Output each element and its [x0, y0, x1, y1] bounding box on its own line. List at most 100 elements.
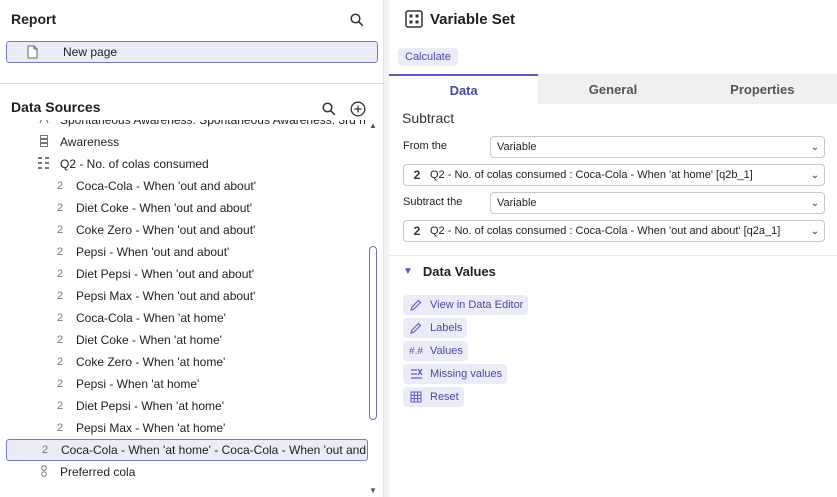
missing-values-icon — [408, 368, 424, 380]
values-label: Values — [430, 345, 463, 357]
add-data-source-icon[interactable] — [348, 99, 368, 119]
labels-button[interactable]: Labels — [403, 318, 468, 338]
subtract-title: Subtract — [402, 110, 455, 126]
hash-icon: #.# — [409, 345, 423, 357]
tab-properties[interactable]: Properties — [687, 74, 837, 104]
tree-item-label: Coca-Cola - When 'out and about' — [76, 179, 257, 193]
subtract-type-value: Variable — [497, 197, 537, 209]
tree-item-label: Pepsi - When 'at home' — [76, 377, 200, 391]
reset-button[interactable]: Reset — [403, 387, 464, 407]
collapse-triangle-icon: ▼ — [403, 266, 413, 277]
tree-item-label: Coca-Cola - When 'at home' — [76, 311, 226, 325]
tree-item[interactable]: Preferred cola — [0, 461, 368, 483]
subtract-variable-select[interactable]: 2 Q2 - No. of colas consumed : Coca-Cola… — [403, 220, 825, 242]
reset-table-icon — [408, 391, 424, 403]
numeric-variable-icon: 2 — [56, 268, 64, 280]
data-sources-tree: Spontaneous Awareness: Spontaneous Aware… — [0, 120, 376, 497]
tree-item[interactable]: 2 Pepsi - When 'out and about' — [0, 241, 368, 263]
search-icon[interactable] — [347, 10, 367, 30]
tree-item[interactable]: Spontaneous Awareness: Spontaneous Aware… — [0, 120, 368, 131]
section-divider — [0, 83, 384, 84]
left-panel: Report New page Data Sources Spontaneous… — [0, 0, 384, 497]
from-type-value: Variable — [497, 141, 537, 153]
tree-item[interactable]: Q2 - No. of colas consumed — [0, 153, 368, 175]
from-variable-select[interactable]: 2 Q2 - No. of colas consumed : Coca-Cola… — [403, 164, 825, 186]
tree-item-label: Pepsi - When 'out and about' — [76, 245, 230, 259]
numeric-variable-icon: 2 — [56, 202, 64, 214]
numeric-variable-icon: 2 — [56, 422, 64, 434]
from-type-select[interactable]: Variable ⌄ — [490, 136, 825, 158]
tree-item[interactable]: 2 Coca-Cola - When 'out and about' — [0, 175, 368, 197]
tree-item[interactable]: 2 Diet Pepsi - When 'at home' — [0, 395, 368, 417]
tree-item-label: Diet Pepsi - When 'out and about' — [76, 267, 255, 281]
subtract-label: Subtract the — [403, 196, 463, 208]
tree-item[interactable]: 2 Pepsi Max - When 'at home' — [0, 417, 368, 439]
tree-scrollbar[interactable] — [369, 246, 377, 420]
missing-values-label: Missing values — [430, 368, 503, 380]
scroll-up-arrow[interactable]: ▲ — [369, 121, 377, 130]
view-in-data-editor-label: View in Data Editor — [430, 299, 524, 311]
tree-item[interactable]: 2 Coke Zero - When 'at home' — [0, 351, 368, 373]
values-button[interactable]: #.# Values — [403, 341, 468, 361]
variable-set-icon — [405, 10, 423, 31]
search-icon[interactable] — [319, 99, 339, 119]
from-label: From the — [403, 140, 448, 152]
panel-title: Variable Set — [430, 11, 516, 28]
tab-general[interactable]: General — [538, 74, 688, 104]
chevron-down-icon: ⌄ — [810, 197, 820, 209]
pencil-icon — [408, 299, 424, 311]
tree-item-label: Pepsi Max - When 'out and about' — [76, 289, 256, 303]
numeric-variable-icon: 2 — [413, 224, 421, 238]
section-divider — [389, 255, 837, 256]
tree-item-label: Diet Coke - When 'at home' — [76, 333, 222, 347]
data-sources-title: Data Sources — [11, 99, 101, 115]
labels-label: Labels — [430, 322, 463, 334]
reset-label: Reset — [430, 391, 459, 403]
numeric-variable-icon: 2 — [56, 356, 64, 368]
tree-item[interactable]: 2 Diet Coke - When 'at home' — [0, 329, 368, 351]
chevron-down-icon: ⌄ — [810, 141, 820, 153]
subtract-variable-value: Q2 - No. of colas consumed : Coca-Cola -… — [430, 225, 781, 237]
number-grid-icon — [38, 156, 50, 172]
new-page-item[interactable]: New page — [6, 41, 378, 63]
tab-data[interactable]: Data — [389, 74, 539, 104]
tree-item-label: Spontaneous Awareness: Spontaneous Aware… — [60, 120, 366, 127]
right-panel: Variable Set Calculate Data General Prop… — [389, 0, 837, 497]
missing-values-button[interactable]: Missing values — [403, 364, 508, 384]
subtract-type-select[interactable]: Variable ⌄ — [490, 192, 825, 214]
tree-item[interactable]: 2 Diet Pepsi - When 'out and about' — [0, 263, 368, 285]
nominal-icon — [38, 464, 50, 480]
numeric-variable-icon: 2 — [56, 334, 64, 346]
new-page-label: New page — [63, 45, 118, 59]
numeric-variable-icon: 2 — [56, 290, 64, 302]
tree-item-label: Q2 - No. of colas consumed — [60, 157, 209, 171]
report-title: Report — [11, 11, 57, 27]
tree-item-label: Awareness — [60, 135, 120, 149]
grid-icon — [38, 134, 50, 150]
tree-item-label: Coke Zero - When 'at home' — [76, 355, 226, 369]
tree-item[interactable]: 2 Coke Zero - When 'out and about' — [0, 219, 368, 241]
numeric-variable-icon: 2 — [41, 444, 49, 456]
tree-item[interactable]: 2 Diet Coke - When 'out and about' — [0, 197, 368, 219]
view-in-data-editor-button[interactable]: View in Data Editor — [403, 295, 529, 315]
numeric-variable-icon: 2 — [413, 168, 421, 182]
tree-item[interactable]: 2 Coca-Cola - When 'at home' — [0, 307, 368, 329]
chevron-down-icon: ⌄ — [810, 169, 820, 181]
text-icon — [38, 120, 50, 127]
chevron-down-icon: ⌄ — [810, 225, 820, 237]
numeric-variable-icon: 2 — [56, 312, 64, 324]
tree-item-label: Coca-Cola - When 'at home' - Coca-Cola -… — [61, 443, 367, 457]
scroll-down-arrow[interactable]: ▼ — [369, 486, 377, 495]
tree-item-label: Diet Coke - When 'out and about' — [76, 201, 253, 215]
tree-item[interactable]: Awareness — [0, 131, 368, 153]
from-variable-value: Q2 - No. of colas consumed : Coca-Cola -… — [430, 169, 753, 181]
tree-item[interactable]: 2 Pepsi Max - When 'out and about' — [0, 285, 368, 307]
calculate-button[interactable]: Calculate — [398, 48, 458, 66]
tree-item-selected[interactable]: 2 Coca-Cola - When 'at home' - Coca-Cola … — [6, 439, 368, 461]
numeric-variable-icon: 2 — [56, 224, 64, 236]
tree-item-label: Preferred cola — [60, 465, 136, 479]
data-values-title: Data Values — [422, 264, 496, 279]
tree-item[interactable]: 2 Pepsi - When 'at home' — [0, 373, 368, 395]
data-values-header[interactable]: ▼ Data Values — [403, 264, 496, 279]
numeric-variable-icon: 2 — [56, 400, 64, 412]
